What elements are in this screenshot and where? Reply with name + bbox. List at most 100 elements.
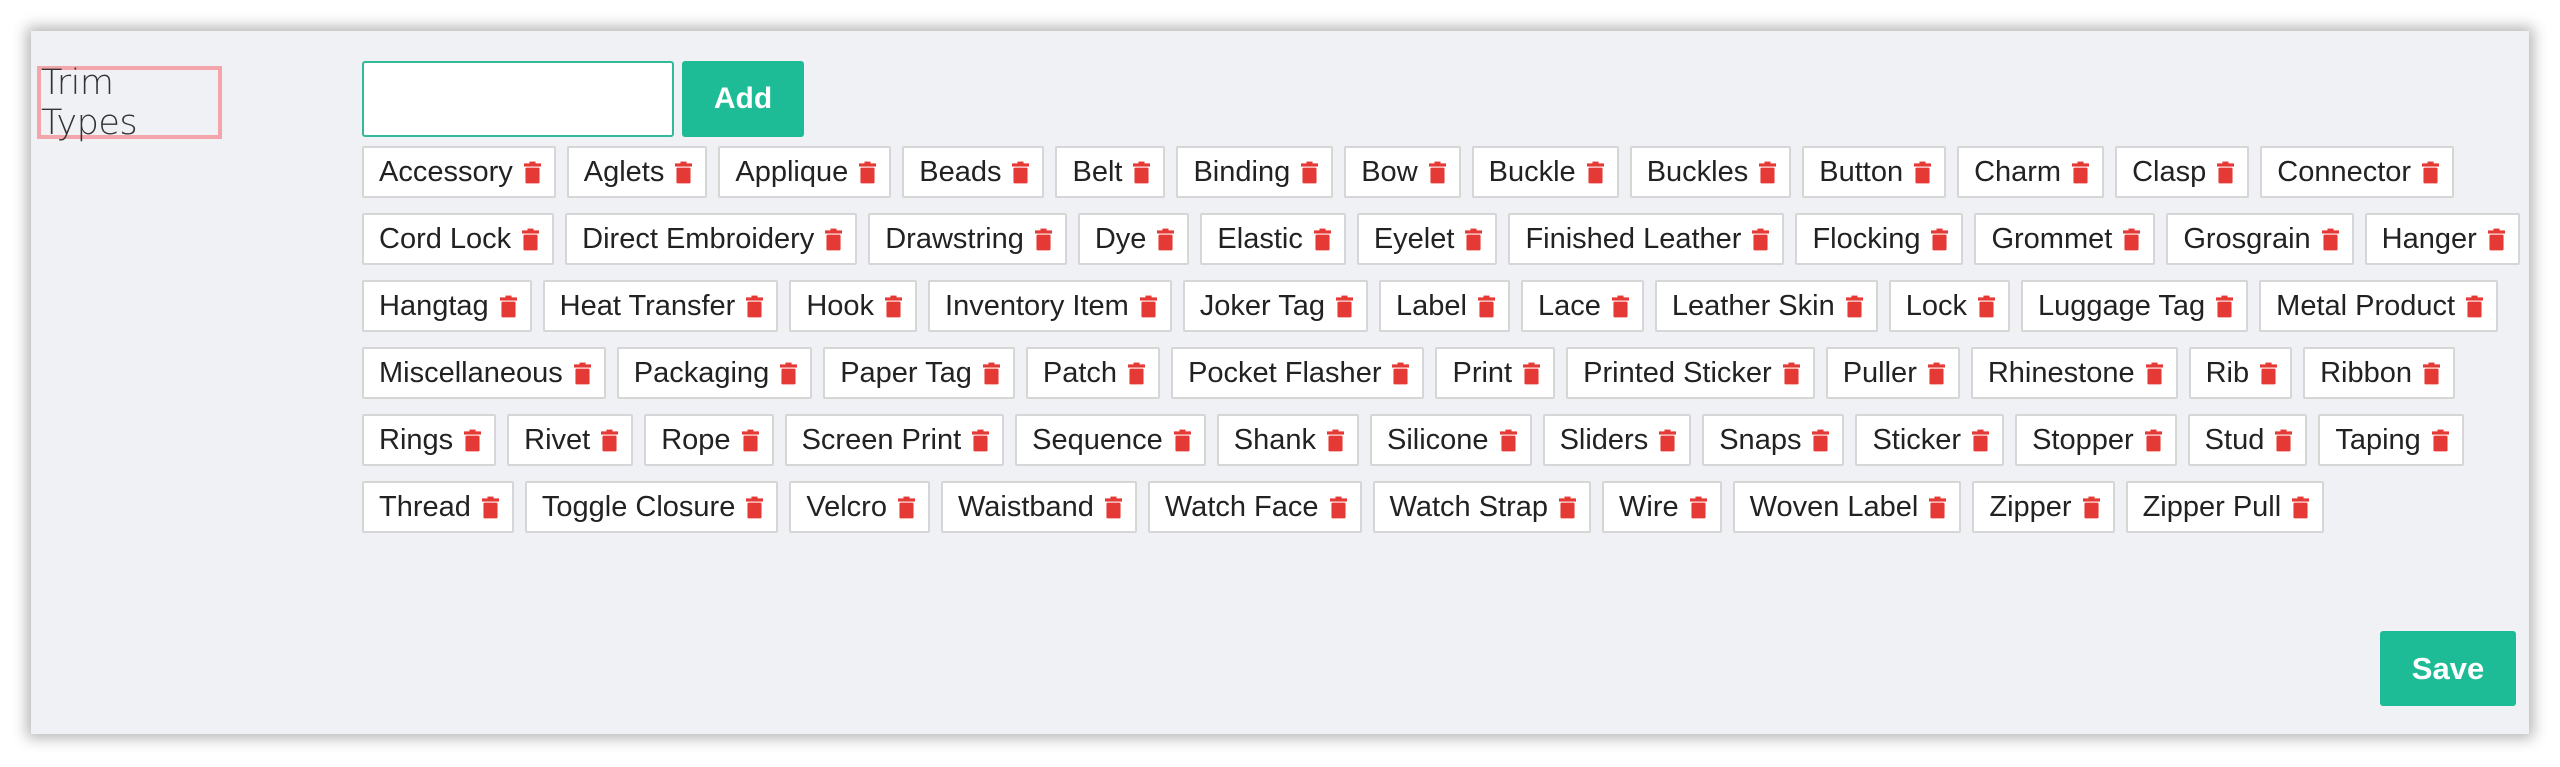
trash-icon[interactable] xyxy=(1927,362,1945,385)
trash-icon[interactable] xyxy=(1586,161,1604,184)
trash-icon[interactable] xyxy=(741,429,759,452)
trim-type-tag: Shank xyxy=(1216,414,1359,466)
trash-icon[interactable] xyxy=(885,295,903,318)
trash-icon[interactable] xyxy=(2145,362,2163,385)
trash-icon[interactable] xyxy=(825,228,843,251)
trim-type-tag-list: Accessory Aglets Applique Beads Belt Binding B… xyxy=(362,146,2522,533)
trash-icon[interactable] xyxy=(2292,496,2310,519)
trash-icon[interactable] xyxy=(1914,161,1932,184)
save-button[interactable]: Save xyxy=(2380,631,2516,706)
trim-type-tag-label: Shank xyxy=(1233,423,1316,456)
trash-icon[interactable] xyxy=(2321,228,2339,251)
trim-type-tag-label: Stopper xyxy=(2032,423,2134,456)
trash-icon[interactable] xyxy=(1972,429,1990,452)
trash-icon[interactable] xyxy=(1301,161,1319,184)
trash-icon[interactable] xyxy=(1327,429,1344,452)
trim-type-tag-label: Buckles xyxy=(1646,155,1749,188)
trash-icon[interactable] xyxy=(1977,295,1995,318)
trim-type-tag: Silicone xyxy=(1370,414,1532,466)
trash-icon[interactable] xyxy=(1559,496,1577,519)
trim-type-tag: Buckles xyxy=(1629,146,1792,198)
trim-type-tag-label: Grommet xyxy=(1991,222,2113,255)
trash-icon[interactable] xyxy=(1329,496,1347,519)
trash-icon[interactable] xyxy=(523,161,541,184)
trim-type-tag: Rivet xyxy=(507,414,634,466)
trash-icon[interactable] xyxy=(746,295,764,318)
trash-icon[interactable] xyxy=(1523,362,1541,385)
trash-icon[interactable] xyxy=(601,429,619,452)
trim-type-tag-label: Rib xyxy=(2205,356,2250,389)
trash-icon[interactable] xyxy=(1128,362,1146,385)
trim-type-tag: Miscellaneous xyxy=(362,347,606,399)
trash-icon[interactable] xyxy=(1428,161,1446,184)
trim-type-tag-label: Beads xyxy=(919,155,1002,188)
trash-icon[interactable] xyxy=(1139,295,1157,318)
trash-icon[interactable] xyxy=(1845,295,1863,318)
trash-icon[interactable] xyxy=(746,496,764,519)
trim-type-tag: Rings xyxy=(362,414,497,466)
trim-type-tag-label: Zipper Pull xyxy=(2142,490,2282,523)
trash-icon[interactable] xyxy=(2422,161,2440,184)
trim-type-tag: Taping xyxy=(2318,414,2464,466)
trash-icon[interactable] xyxy=(2072,161,2090,184)
trim-type-tag: Paper Tag xyxy=(823,347,1015,399)
trash-icon[interactable] xyxy=(1812,429,1830,452)
trash-icon[interactable] xyxy=(1752,228,1770,251)
trash-icon[interactable] xyxy=(1034,228,1052,251)
trash-icon[interactable] xyxy=(2431,429,2449,452)
trim-type-tag: Printed Sticker xyxy=(1566,347,1815,399)
trash-icon[interactable] xyxy=(2082,496,2100,519)
trash-icon[interactable] xyxy=(1929,496,1947,519)
trash-icon[interactable] xyxy=(1689,496,1707,519)
trash-icon[interactable] xyxy=(1313,228,1331,251)
trash-icon[interactable] xyxy=(1392,362,1410,385)
trim-type-tag: Wire xyxy=(1602,481,1722,533)
trash-icon[interactable] xyxy=(780,362,798,385)
trim-type-tag-label: Luggage Tag xyxy=(2037,289,2206,322)
trash-icon[interactable] xyxy=(1759,161,1777,184)
trash-icon[interactable] xyxy=(675,161,693,184)
trash-icon[interactable] xyxy=(982,362,1000,385)
trash-icon[interactable] xyxy=(1611,295,1629,318)
trash-icon[interactable] xyxy=(499,295,517,318)
add-trim-type-row: Add xyxy=(362,61,804,137)
trash-icon[interactable] xyxy=(1336,295,1354,318)
trash-icon[interactable] xyxy=(2275,429,2293,452)
trash-icon[interactable] xyxy=(2260,362,2278,385)
trash-icon[interactable] xyxy=(573,362,591,385)
trash-icon[interactable] xyxy=(1477,295,1495,318)
trash-icon[interactable] xyxy=(1157,228,1175,251)
trash-icon[interactable] xyxy=(2216,295,2234,318)
trim-type-input[interactable] xyxy=(362,61,674,137)
trim-type-tag-label: Sticker xyxy=(1872,423,1962,456)
trash-icon[interactable] xyxy=(522,228,540,251)
trash-icon[interactable] xyxy=(859,161,877,184)
add-button[interactable]: Add xyxy=(682,61,804,137)
trash-icon[interactable] xyxy=(1133,161,1151,184)
trash-icon[interactable] xyxy=(464,429,482,452)
trash-icon[interactable] xyxy=(1465,228,1483,251)
trash-icon[interactable] xyxy=(2466,295,2484,318)
trash-icon[interactable] xyxy=(1104,496,1122,519)
trim-type-tag: Watch Face xyxy=(1147,481,1362,533)
trash-icon[interactable] xyxy=(1931,228,1949,251)
trash-icon[interactable] xyxy=(897,496,915,519)
trash-icon[interactable] xyxy=(481,496,499,519)
trim-type-tag: Lace xyxy=(1520,280,1644,332)
trim-type-tag-label: Watch Strap xyxy=(1389,490,1549,523)
trash-icon[interactable] xyxy=(972,429,990,452)
trash-icon[interactable] xyxy=(2217,161,2235,184)
trash-icon[interactable] xyxy=(2144,429,2162,452)
trash-icon[interactable] xyxy=(1012,161,1030,184)
trash-icon[interactable] xyxy=(2423,362,2440,385)
trim-type-tag-label: Paper Tag xyxy=(840,356,972,389)
trash-icon[interactable] xyxy=(2123,228,2141,251)
trim-type-tag: Velcro xyxy=(789,481,930,533)
trim-type-tag: Woven Label xyxy=(1732,481,1962,533)
trim-type-tag-label: Miscellaneous xyxy=(379,356,563,389)
trash-icon[interactable] xyxy=(1499,429,1517,452)
trash-icon[interactable] xyxy=(1659,429,1677,452)
trash-icon[interactable] xyxy=(2487,228,2505,251)
trash-icon[interactable] xyxy=(1173,429,1191,452)
trash-icon[interactable] xyxy=(1782,362,1800,385)
